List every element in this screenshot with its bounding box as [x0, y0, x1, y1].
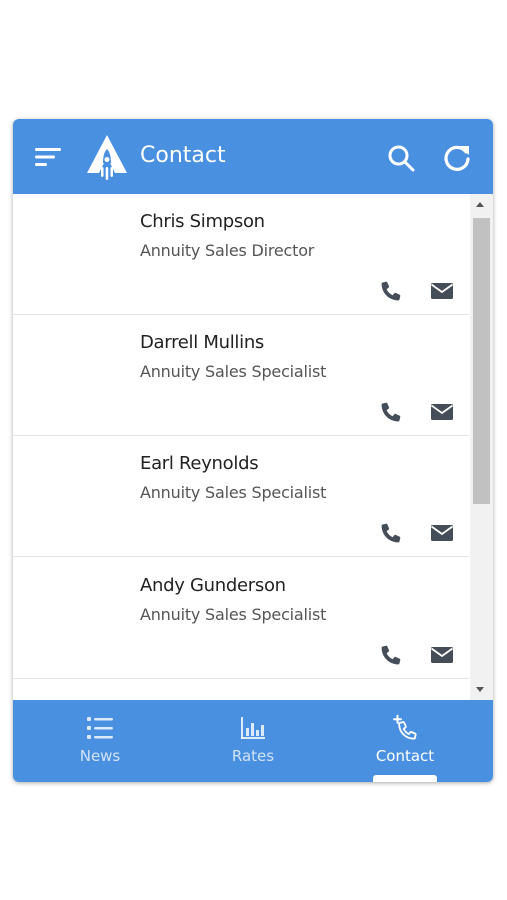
contact-role: Annuity Sales Specialist [140, 605, 327, 624]
nav-item-news[interactable]: News [25, 700, 175, 782]
contact-name: Earl Reynolds [140, 453, 259, 474]
top-app-bar: Contact [13, 119, 493, 194]
phone-plus-icon [393, 714, 417, 740]
contact-name: Andy Gunderson [140, 575, 286, 596]
menu-icon[interactable] [33, 144, 65, 170]
phone-icon[interactable] [379, 643, 403, 667]
nav-label: Rates [231, 747, 275, 765]
phone-icon[interactable] [379, 521, 403, 545]
page-title: Contact [140, 143, 226, 168]
nav-label: News [79, 747, 121, 765]
contact-role: Annuity Sales Specialist [140, 362, 327, 381]
email-icon[interactable] [430, 523, 454, 543]
contact-row[interactable]: Chris Simpson Annuity Sales Director [13, 194, 469, 315]
contact-name: Darrell Mullins [140, 332, 265, 353]
contact-name: Chris Simpson [140, 211, 265, 232]
contact-role: Annuity Sales Director [140, 241, 315, 260]
contact-list[interactable]: Chris Simpson Annuity Sales Director Dar… [13, 194, 493, 700]
phone-icon[interactable] [379, 279, 403, 303]
contact-role: Annuity Sales Specialist [140, 483, 327, 502]
rocket-logo-icon [87, 135, 127, 180]
bottom-navigation: News Rates Contact [13, 700, 493, 782]
email-icon[interactable] [430, 645, 454, 665]
contact-row[interactable]: Andy Gunderson Annuity Sales Specialist [13, 558, 469, 679]
bar-chart-icon [241, 717, 265, 739]
nav-item-rates[interactable]: Rates [178, 700, 328, 782]
contact-row[interactable]: Darrell Mullins Annuity Sales Specialist [13, 315, 469, 436]
scroll-down-arrow-icon[interactable] [476, 687, 484, 692]
scrollbar-thumb[interactable] [473, 218, 490, 504]
nav-item-contact[interactable]: Contact [330, 700, 480, 782]
active-tab-indicator [373, 775, 437, 782]
refresh-icon[interactable] [441, 141, 473, 173]
email-icon[interactable] [430, 402, 454, 422]
contact-row[interactable]: Earl Reynolds Annuity Sales Specialist [13, 436, 469, 557]
nav-label: Contact [375, 747, 435, 765]
scrollbar[interactable] [470, 194, 493, 700]
scroll-up-arrow-icon[interactable] [476, 202, 484, 207]
email-icon[interactable] [430, 281, 454, 301]
app-window: Contact Chris Simpson Annuity Sales Dire… [13, 119, 493, 782]
phone-icon[interactable] [379, 400, 403, 424]
search-icon[interactable] [386, 143, 416, 173]
list-icon [87, 717, 113, 739]
